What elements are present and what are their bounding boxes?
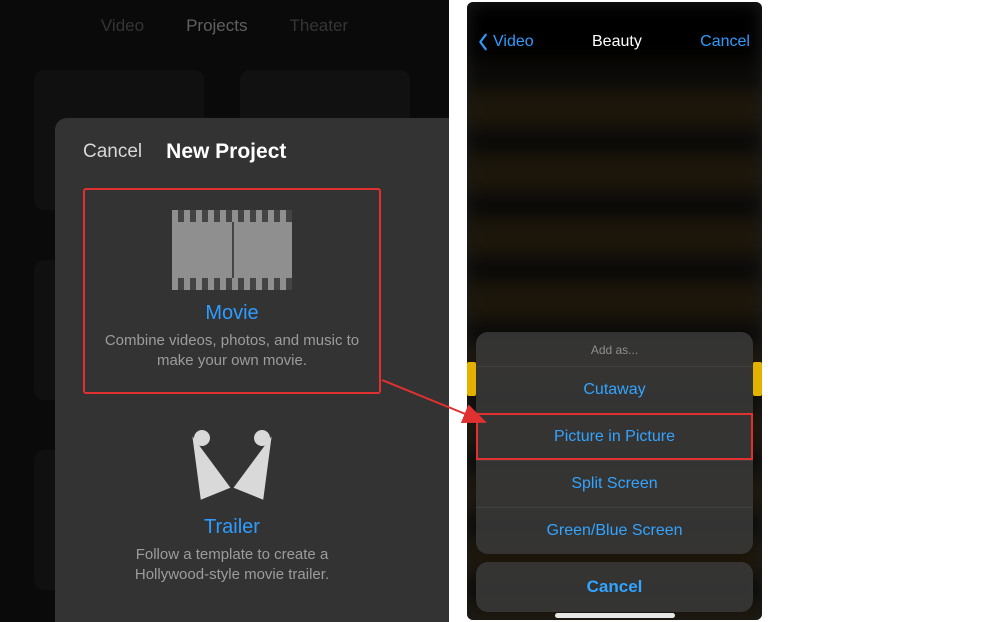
left-top-tabs: Video Projects Theater [0, 16, 449, 36]
movie-tile[interactable]: Movie Combine videos, photos, and music … [83, 188, 381, 394]
option-cutaway[interactable]: Cutaway [476, 366, 753, 413]
right-title: Beauty [592, 33, 642, 51]
trailer-label: Trailer [91, 516, 373, 539]
spotlights-icon [172, 424, 292, 504]
sheet-cancel-button[interactable]: Cancel [476, 562, 753, 612]
chevron-left-icon [477, 33, 489, 51]
movie-desc: Combine videos, photos, and music to mak… [93, 331, 371, 372]
add-as-header: Add as... [476, 332, 753, 366]
trailer-desc: Follow a template to create a Hollywood-… [91, 545, 373, 586]
selection-handle-right[interactable] [753, 362, 762, 396]
back-label: Video [493, 33, 534, 51]
add-as-sheet: Add as... Cutaway Picture in Picture Spl… [476, 332, 753, 612]
option-picture-in-picture[interactable]: Picture in Picture [476, 413, 753, 460]
tab-theater[interactable]: Theater [290, 16, 349, 36]
tab-video[interactable]: Video [101, 16, 144, 36]
right-header: Video Beauty Cancel [467, 2, 762, 60]
cancel-button[interactable]: Cancel [83, 141, 142, 163]
option-split-screen[interactable]: Split Screen [476, 460, 753, 507]
tab-projects[interactable]: Projects [186, 16, 247, 36]
sheet-title: New Project [166, 140, 286, 164]
option-green-blue-screen[interactable]: Green/Blue Screen [476, 507, 753, 554]
back-button[interactable]: Video [477, 33, 534, 51]
home-indicator[interactable] [555, 613, 675, 618]
movie-label: Movie [93, 302, 371, 325]
filmstrip-icon [172, 210, 292, 290]
right-cancel-button[interactable]: Cancel [700, 33, 750, 51]
selection-handle-left[interactable] [467, 362, 476, 396]
new-project-sheet: Cancel New Project Movie Combine videos,… [55, 118, 449, 622]
phone-right: Video Beauty Cancel Add as... Cutaway Pi… [467, 2, 762, 620]
phone-left: Video Projects Theater Cancel New Projec… [0, 0, 449, 622]
trailer-tile[interactable]: Trailer Follow a template to create a Ho… [83, 408, 381, 606]
